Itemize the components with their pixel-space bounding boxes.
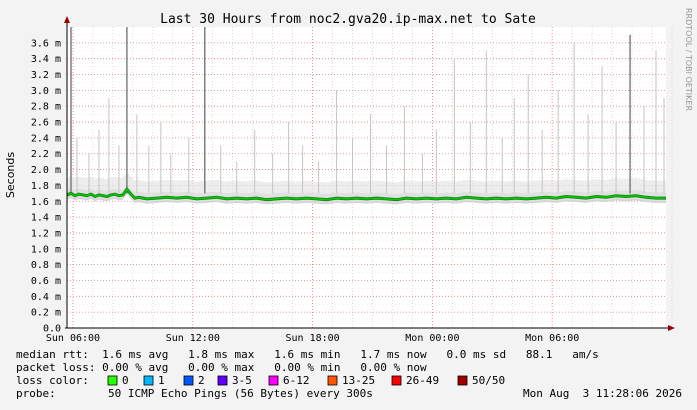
y-tick-label: 3.2 m [31,70,61,81]
x-tick-label: Sun 12:00 [166,333,220,344]
y-tick-label: 1.2 m [31,228,61,239]
loss-swatch [268,375,279,386]
loss-swatch [217,375,228,386]
x-tick-label: Sun 18:00 [285,333,339,344]
x-tick-label: Mon 06:00 [525,333,579,344]
plot-background [67,27,666,328]
y-tick-label: 2.2 m [31,149,61,160]
chart-title: Last 30 Hours from noc2.gva20.ip-max.net… [160,12,536,27]
loss-swatch [327,375,338,386]
plot-area: 0.00.2 m0.4 m0.6 m0.8 m1.0 m1.2 m1.4 m1.… [31,16,675,344]
loss-swatch-label: 1 [158,374,165,387]
loss-swatch [457,375,468,386]
y-tick-label: 1.8 m [31,181,61,192]
loss-swatch-label: 3-5 [232,374,252,387]
x-tick-label: Sun 06:00 [46,333,100,344]
y-tick-label: 1.4 m [31,213,61,224]
y-tick-label: 0.8 m [31,260,61,271]
loss-swatch-label: 2 [198,374,205,387]
y-tick-label: 2.4 m [31,133,61,144]
rrdtool-credit: RRDTOOL / TOBI OETIKER [684,8,693,111]
probe-label: probe: [16,387,56,400]
loss-swatch-label: 6-12 [283,374,310,387]
y-tick-label: 1.0 m [31,244,61,255]
median-rtt-stats: median rtt: 1.6 ms avg 1.8 ms max 1.6 ms… [16,348,599,361]
loss-swatch [391,375,402,386]
loss-swatch [183,375,194,386]
loss-swatch-label: 26-49 [406,374,439,387]
y-tick-label: 3.0 m [31,86,61,97]
y-tick-label: 0.6 m [31,276,61,287]
y-tick-label: 0.4 m [31,292,61,303]
packet-loss-stats: packet loss: 0.00 % avg 0.00 % max 0.00 … [16,361,427,374]
loss-swatch [107,375,118,386]
y-tick-label: 0.2 m [31,308,61,319]
y-tick-label: 3.4 m [31,54,61,65]
y-tick-label: 2.6 m [31,118,61,129]
y-tick-label: 2.8 m [31,102,61,113]
loss-color-label: loss color: [16,374,89,387]
loss-swatch-label: 50/50 [472,374,505,387]
loss-swatch-label: 13-25 [342,374,375,387]
probe-timestamp: Mon Aug 3 11:28:06 2026 [523,387,682,400]
smokeping-chart: Last 30 Hours from noc2.gva20.ip-max.net… [0,0,697,410]
loss-swatch-label: 0 [122,374,129,387]
probe-text: 50 ICMP Echo Pings (56 Bytes) every 300s [108,387,373,400]
y-tick-label: 1.6 m [31,197,61,208]
probe-line: probe: 50 ICMP Echo Pings (56 Bytes) eve… [16,387,682,400]
x-tick-label: Mon 00:00 [405,333,459,344]
loss-swatch [143,375,154,386]
y-tick-label: 3.6 m [31,38,61,49]
y-tick-label: 2.0 m [31,165,61,176]
y-axis-label: Seconds [4,152,17,198]
